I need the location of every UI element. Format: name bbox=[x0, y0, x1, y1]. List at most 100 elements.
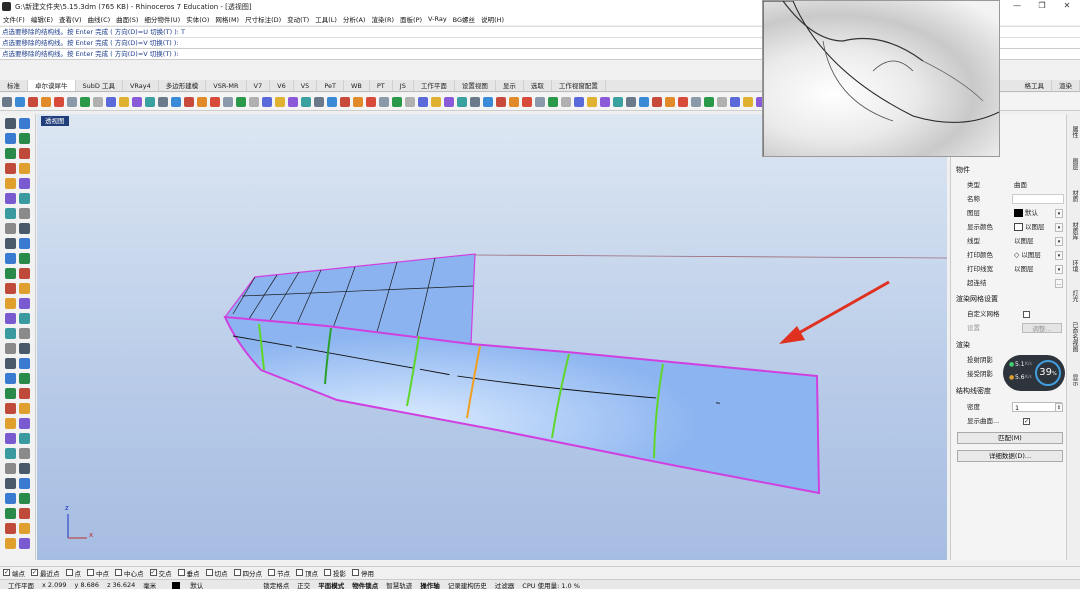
status-filter[interactable]: 过滤器 bbox=[495, 580, 515, 589]
left-tool-icon[interactable] bbox=[5, 463, 16, 474]
left-tool-icon[interactable] bbox=[19, 463, 30, 474]
menu-analyze[interactable]: 分析(A) bbox=[340, 14, 369, 24]
left-tool-icon[interactable] bbox=[5, 373, 16, 384]
left-tool-icon[interactable] bbox=[19, 223, 30, 234]
tab-rendering[interactable]: 渲染 bbox=[1052, 80, 1080, 91]
toolbar-tool-icon[interactable] bbox=[678, 96, 688, 107]
tab-zhuoer[interactable]: 卓尔谟犀牛 bbox=[28, 80, 76, 91]
restore-button[interactable]: ❐ bbox=[1030, 0, 1054, 13]
side-tab-lights[interactable]: 灯光 bbox=[1069, 290, 1079, 302]
chevron-down-icon[interactable]: ▾ bbox=[1055, 237, 1063, 246]
left-tool-icon[interactable] bbox=[19, 133, 30, 144]
left-tool-icon[interactable] bbox=[5, 163, 16, 174]
left-tool-icon[interactable] bbox=[19, 313, 30, 324]
prop-row-print-width[interactable]: 打印线宽 以图层 ▾ bbox=[967, 264, 1063, 275]
left-tool-icon[interactable] bbox=[19, 208, 30, 219]
toolbar-tool-icon[interactable] bbox=[626, 96, 636, 107]
left-tool-icon[interactable] bbox=[19, 253, 30, 264]
left-tool-icon[interactable] bbox=[5, 133, 16, 144]
left-tool-icon[interactable] bbox=[5, 313, 16, 324]
toolbar-tool-icon[interactable] bbox=[600, 96, 610, 107]
toolbar-tool-icon[interactable] bbox=[80, 96, 90, 107]
osnap-option[interactable]: 中心点 bbox=[115, 568, 144, 578]
tab-polygon[interactable]: 多边形建模 bbox=[159, 80, 207, 91]
side-tab-display[interactable]: 显示 bbox=[1069, 374, 1079, 386]
status-layer[interactable]: 默认 bbox=[164, 580, 203, 589]
toolbar-tool-icon[interactable] bbox=[340, 96, 350, 107]
menu-vray[interactable]: V-Ray bbox=[425, 15, 450, 23]
toolbar-tool-icon[interactable] bbox=[457, 96, 467, 107]
left-tool-icon[interactable] bbox=[5, 283, 16, 294]
chevron-down-icon[interactable]: ▾ bbox=[1055, 265, 1063, 274]
left-tool-icon[interactable] bbox=[5, 523, 16, 534]
toolbar-tool-icon[interactable] bbox=[119, 96, 129, 107]
osnap-checkbox[interactable]: ✓ bbox=[149, 569, 157, 576]
custom-mesh-checkbox[interactable] bbox=[1023, 311, 1030, 318]
toolbar-tool-icon[interactable] bbox=[197, 96, 207, 107]
osnap-option[interactable]: 点 bbox=[65, 568, 81, 578]
left-tool-icon[interactable] bbox=[5, 148, 16, 159]
left-tool-icon[interactable] bbox=[19, 178, 30, 189]
left-tool-icon[interactable] bbox=[19, 328, 30, 339]
menu-mesh[interactable]: 网格(M) bbox=[212, 14, 242, 24]
side-tab-properties[interactable]: 属性 bbox=[1069, 126, 1079, 138]
osnap-checkbox[interactable]: ✓ bbox=[31, 569, 38, 576]
left-tool-icon[interactable] bbox=[5, 253, 16, 264]
menu-help[interactable]: 说明(H) bbox=[478, 14, 507, 24]
toolbar-tool-icon[interactable] bbox=[288, 96, 298, 107]
toolbar-tool-icon[interactable] bbox=[249, 96, 259, 107]
status-cplane[interactable]: 工作平面 bbox=[8, 580, 34, 589]
density-row[interactable]: 密度 1 ⇕ bbox=[967, 402, 1063, 413]
left-tool-icon[interactable] bbox=[5, 493, 16, 504]
menu-file[interactable]: 文件(F) bbox=[0, 14, 28, 24]
menu-transform[interactable]: 变动(T) bbox=[284, 14, 312, 24]
toolbar-tool-icon[interactable] bbox=[613, 96, 623, 107]
toolbar-tool-icon[interactable] bbox=[145, 96, 155, 107]
toolbar-tool-icon[interactable] bbox=[379, 96, 389, 107]
status-gumball[interactable]: 操作轴 bbox=[420, 580, 440, 589]
swept-surface[interactable] bbox=[223, 315, 821, 495]
toolbar-tool-icon[interactable] bbox=[301, 96, 311, 107]
left-tool-icon[interactable] bbox=[5, 343, 16, 354]
menu-render[interactable]: 渲染(R) bbox=[368, 14, 397, 24]
toolbar-tool-icon[interactable] bbox=[496, 96, 506, 107]
minimize-button[interactable]: — bbox=[1005, 0, 1029, 13]
toolbar-tool-icon[interactable] bbox=[262, 96, 272, 107]
toolbar-tool-icon[interactable] bbox=[366, 96, 376, 107]
osnap-checkbox[interactable]: ✓ bbox=[3, 569, 10, 576]
side-tab-environment[interactable]: 环境 bbox=[1069, 260, 1079, 272]
osnap-option[interactable]: 四分点 bbox=[233, 568, 262, 578]
osnap-option[interactable]: ✓ 交点 bbox=[149, 568, 172, 578]
tab-vsr-mr[interactable]: VSR-MR bbox=[206, 80, 247, 91]
left-tool-icon[interactable] bbox=[19, 238, 30, 249]
left-tool-icon[interactable] bbox=[19, 388, 30, 399]
match-button[interactable]: 匹配(M) bbox=[957, 432, 1063, 444]
toolbar-tool-icon[interactable] bbox=[639, 96, 649, 107]
adjust-button[interactable]: 调整... bbox=[1022, 323, 1062, 333]
status-planar[interactable]: 平面模式 bbox=[318, 580, 344, 589]
osnap-option[interactable]: 垂点 bbox=[177, 568, 200, 578]
toolbar-tool-icon[interactable] bbox=[587, 96, 597, 107]
left-tool-icon[interactable] bbox=[19, 358, 30, 369]
menu-surface[interactable]: 曲面(S) bbox=[113, 14, 141, 24]
close-button[interactable]: ✕ bbox=[1055, 0, 1079, 13]
osnap-checkbox[interactable] bbox=[352, 569, 359, 576]
osnap-checkbox[interactable] bbox=[87, 569, 94, 576]
menu-bg-screw[interactable]: BG螺丝 bbox=[450, 14, 478, 24]
tab-select[interactable]: 选取 bbox=[524, 80, 552, 91]
osnap-option[interactable]: ✓ 端点 bbox=[3, 568, 25, 578]
tab-cplanes[interactable]: 工作平面 bbox=[414, 80, 455, 91]
left-tool-icon[interactable] bbox=[5, 208, 16, 219]
osnap-checkbox[interactable] bbox=[115, 569, 122, 576]
toolbar-tool-icon[interactable] bbox=[210, 96, 220, 107]
tab-v5[interactable]: V5 bbox=[294, 80, 318, 91]
menu-view[interactable]: 查看(V) bbox=[56, 14, 85, 24]
left-tool-icon[interactable] bbox=[5, 418, 16, 429]
osnap-option[interactable]: ✓ 最近点 bbox=[31, 568, 60, 578]
details-button[interactable]: 详细数据(D)... bbox=[957, 450, 1063, 462]
chevron-down-icon[interactable]: ▾ bbox=[1055, 223, 1063, 232]
toolbar-tool-icon[interactable] bbox=[483, 96, 493, 107]
left-tool-icon[interactable] bbox=[19, 193, 30, 204]
left-tool-icon[interactable] bbox=[5, 358, 16, 369]
left-tool-icon[interactable] bbox=[5, 328, 16, 339]
